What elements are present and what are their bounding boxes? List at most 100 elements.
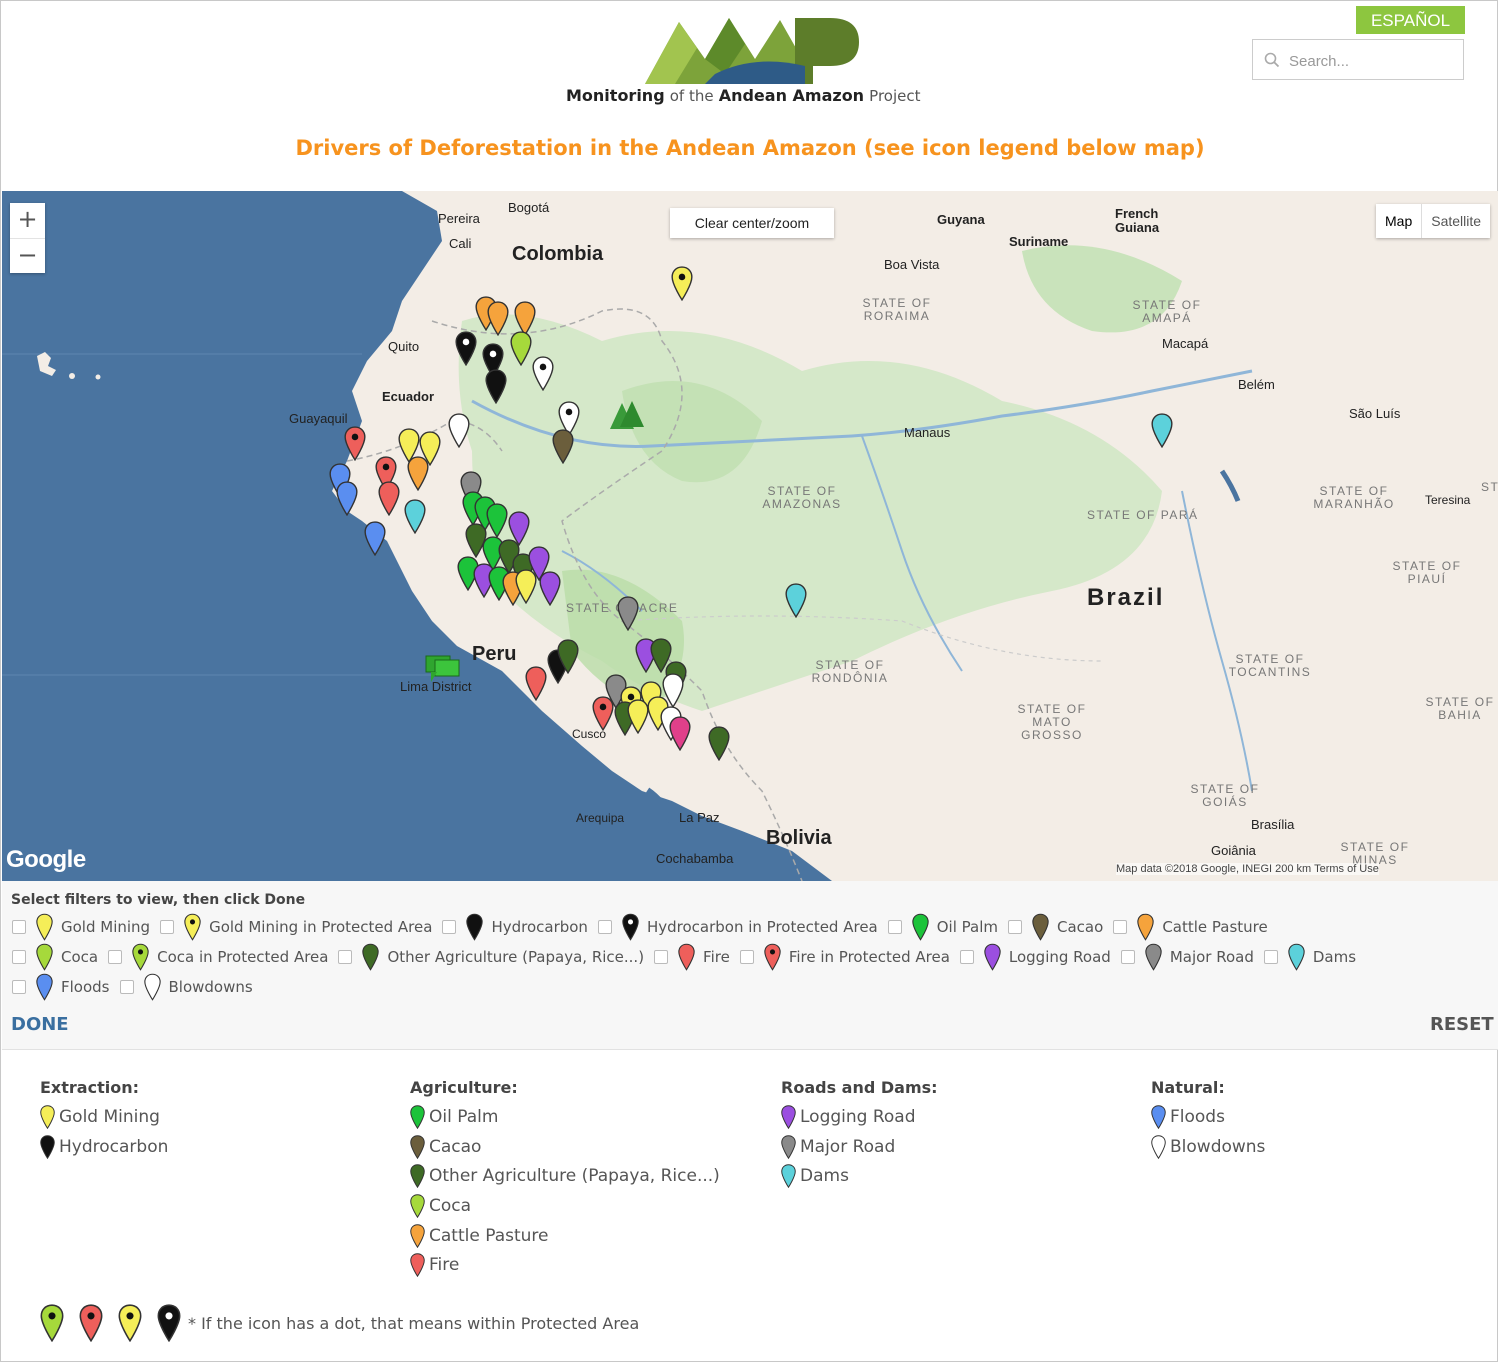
pin-gray-icon	[1145, 943, 1162, 971]
filter-row: Floods Blowdowns	[12, 972, 263, 1002]
filter-checkbox[interactable]	[1120, 950, 1135, 964]
map-marker-pin[interactable]	[487, 301, 509, 336]
filter-pin-black[interactable]: Hydrocarbon	[442, 913, 588, 941]
filter-checkbox[interactable]	[654, 950, 669, 964]
filter-checkbox[interactable]	[160, 920, 175, 934]
legend-label: Fire	[429, 1255, 460, 1276]
map-marker-pin[interactable]	[378, 481, 400, 516]
page-title: Drivers of Deforestation in the Andean A…	[295, 136, 1205, 160]
filter-pin-red-dot[interactable]: Fire in Protected Area	[739, 943, 950, 971]
filter-checkbox[interactable]	[1113, 920, 1128, 934]
filter-pin-yellow[interactable]: Gold Mining	[12, 913, 150, 941]
map-marker-pin[interactable]	[552, 429, 574, 464]
map-marker-pin[interactable]	[669, 716, 691, 751]
map-marker-pin[interactable]	[485, 369, 507, 404]
legend-item: Coca	[410, 1191, 720, 1221]
filter-pin-lime[interactable]: Coca	[12, 943, 98, 971]
done-button[interactable]: DONE	[11, 1014, 69, 1035]
pin-yellow-dot-icon	[184, 913, 201, 941]
filter-label: Other Agriculture (Papaya, Rice...)	[387, 948, 645, 966]
map-label-bolivia: Bolivia	[766, 827, 832, 849]
map-label-city: Goiânia	[1211, 843, 1256, 858]
map-marker-pin[interactable]	[510, 331, 532, 366]
filter-pin-darkgreen[interactable]: Other Agriculture (Papaya, Rice...)	[338, 943, 644, 971]
filter-checkbox[interactable]	[108, 950, 123, 964]
filter-checkbox[interactable]	[597, 920, 612, 934]
map-marker-pin[interactable]	[708, 726, 730, 761]
filter-pin-purple[interactable]: Logging Road	[959, 943, 1111, 971]
map-marker-pin[interactable]	[1151, 413, 1173, 448]
map-label-city: Brasília	[1251, 817, 1295, 832]
map-view[interactable]: + − Clear center/zoom Map Satellite Colo…	[2, 191, 1498, 881]
filter-checkbox[interactable]	[119, 980, 134, 994]
map-basemap	[2, 191, 1498, 881]
filter-panel: Select filters to view, then click Done …	[2, 881, 1498, 1050]
map-marker-pin[interactable]	[525, 666, 547, 701]
map-marker-pin[interactable]	[539, 571, 561, 606]
filter-label: Cacao	[1057, 918, 1104, 936]
filter-checkbox[interactable]	[338, 950, 353, 964]
legend-natural: Natural: Floods Blowdowns	[1151, 1078, 1265, 1161]
search-box[interactable]	[1252, 39, 1464, 80]
legend-heading: Agriculture:	[410, 1078, 518, 1097]
filter-checkbox[interactable]	[12, 950, 26, 964]
language-toggle-button[interactable]: ESPAÑOL	[1356, 6, 1465, 34]
filter-pin-red[interactable]: Fire	[654, 943, 730, 971]
map-attribution[interactable]: Map data ©2018 Google, INEGI 200 km Term…	[1116, 863, 1379, 875]
filter-checkbox[interactable]	[959, 950, 974, 964]
map-marker-pin[interactable]	[455, 331, 477, 366]
map-marker-pin[interactable]	[617, 596, 639, 631]
filter-pin-black-dot[interactable]: Hydrocarbon in Protected Area	[597, 913, 878, 941]
filter-row: Coca Coca in Protected Area Other Agricult…	[12, 942, 1366, 972]
search-input[interactable]	[1287, 48, 1456, 74]
filter-pin-white[interactable]: Blowdowns	[119, 973, 253, 1001]
filter-pin-yellow-dot[interactable]: Gold Mining in Protected Area	[160, 913, 432, 941]
tagline-part: Monitoring	[566, 86, 665, 105]
filter-row: Gold Mining Gold Mining in Protected Area…	[12, 912, 1278, 942]
filter-checkbox[interactable]	[1263, 950, 1278, 964]
filter-checkbox[interactable]	[1008, 920, 1023, 934]
filter-pin-orange[interactable]: Cattle Pasture	[1113, 913, 1268, 941]
pin-blue-icon	[36, 973, 53, 1001]
map-marker-pin[interactable]	[404, 499, 426, 534]
filter-checkbox[interactable]	[12, 920, 26, 934]
filter-label: Hydrocarbon	[491, 918, 588, 936]
zoom-in-button[interactable]: +	[10, 203, 45, 239]
map-marker-pin[interactable]	[557, 639, 579, 674]
legend-heading: Natural:	[1151, 1078, 1225, 1097]
filter-pin-brown[interactable]: Cacao	[1008, 913, 1103, 941]
filter-label: Fire	[703, 948, 730, 966]
comment-marker-icon[interactable]	[425, 654, 461, 684]
map-marker-pin[interactable]	[344, 426, 366, 461]
legend-pin-icon	[410, 1134, 425, 1159]
map-marker-pin[interactable]	[448, 413, 470, 448]
protected-pin-icon	[79, 1304, 103, 1342]
filter-checkbox[interactable]	[739, 950, 754, 964]
filter-pin-lime-dot[interactable]: Coca in Protected Area	[108, 943, 328, 971]
legend-item: Cacao	[410, 1132, 720, 1162]
map-marker-pin[interactable]	[671, 266, 693, 301]
map-marker-pin[interactable]	[364, 521, 386, 556]
map-type-satellite-button[interactable]: Satellite	[1422, 204, 1490, 238]
filter-pin-cyan[interactable]: Dams	[1263, 943, 1356, 971]
map-marker-pin[interactable]	[407, 456, 429, 491]
map-marker-pin[interactable]	[532, 356, 554, 391]
map-marker-pin[interactable]	[336, 481, 358, 516]
clear-center-zoom-button[interactable]: Clear center/zoom	[670, 208, 834, 238]
map-marker-pin[interactable]	[486, 503, 508, 538]
filter-pin-blue[interactable]: Floods	[12, 973, 110, 1001]
map-type-map-button[interactable]: Map	[1376, 204, 1423, 238]
map-marker-pin[interactable]	[592, 696, 614, 731]
filter-pin-gray[interactable]: Major Road	[1120, 943, 1254, 971]
map-marker-pin[interactable]	[627, 699, 649, 734]
filter-checkbox[interactable]	[887, 920, 902, 934]
legend-pin-icon	[1151, 1134, 1166, 1159]
reset-button[interactable]: RESET	[1430, 1014, 1494, 1035]
filter-checkbox[interactable]	[12, 980, 26, 994]
map-marker-pin[interactable]	[785, 583, 807, 618]
map-label-city: Arequipa	[576, 811, 625, 825]
filter-checkbox[interactable]	[442, 920, 457, 934]
filter-pin-green[interactable]: Oil Palm	[887, 913, 998, 941]
legend-label: Oil Palm	[429, 1106, 499, 1127]
zoom-out-button[interactable]: −	[10, 239, 45, 274]
